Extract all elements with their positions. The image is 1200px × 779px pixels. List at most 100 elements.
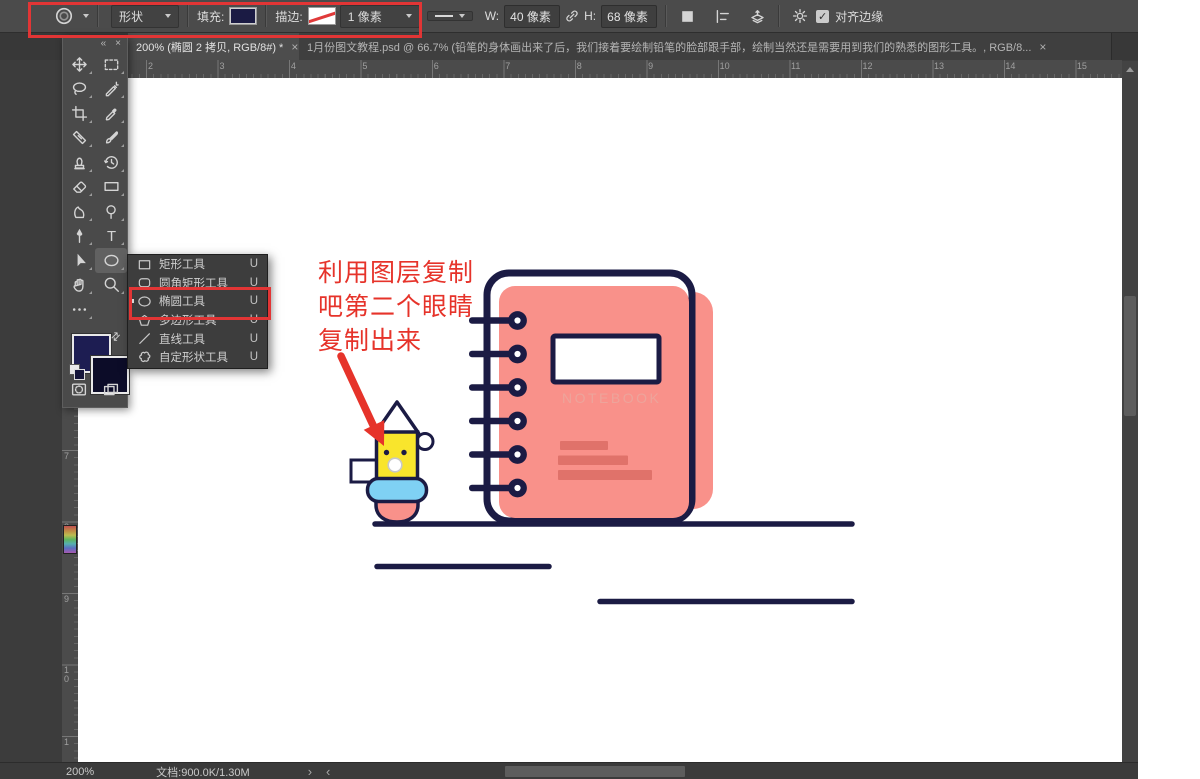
rect-icon — [137, 257, 152, 272]
flyout-item-label: 直线工具 — [159, 331, 250, 347]
tool-pen[interactable] — [63, 224, 95, 249]
vertical-scrollbar[interactable] — [1122, 78, 1138, 762]
align-edges-checkbox[interactable]: ✓ — [816, 10, 829, 23]
pencil-character — [351, 402, 433, 522]
quick-mask-icon — [69, 381, 89, 398]
tool-type[interactable]: T — [95, 224, 127, 249]
ruler-horizontal: 23456789101112131415 — [62, 60, 1122, 79]
tab-document-inactive[interactable]: 1月份图文教程.psd @ 66.7% (铅笔的身体画出来了后，我们接着要绘制铅… — [299, 33, 1112, 60]
tool-preset-picker[interactable] — [50, 6, 89, 26]
flyout-item-shortcut: U — [250, 258, 267, 270]
pencil-band — [368, 479, 427, 502]
stroke-color-swatch[interactable] — [308, 7, 336, 25]
stroke-width-select[interactable]: 1 像素 — [340, 5, 420, 28]
close-icon[interactable]: × — [1039, 40, 1046, 54]
flyout-item-ellipse[interactable]: 椭圆工具U — [128, 292, 267, 311]
tool-more[interactable] — [63, 297, 95, 322]
pencil-right-arm — [417, 434, 433, 450]
width-input[interactable]: 40 像素 — [504, 5, 560, 28]
lasso-icon — [71, 80, 88, 97]
notebook-title-box — [553, 336, 659, 382]
more-icon — [71, 301, 88, 318]
tool-path-select[interactable] — [63, 248, 95, 273]
tool-history-brush[interactable] — [95, 150, 127, 175]
ruler-number: 14 — [1005, 61, 1015, 71]
link-dimensions-icon[interactable] — [564, 8, 580, 24]
fill-color-swatch[interactable] — [229, 7, 257, 25]
pencil-eye-right — [401, 450, 406, 455]
ruler-number: 3 — [219, 61, 224, 71]
arrange-icon — [749, 8, 766, 25]
tab-document-active[interactable]: 200% (椭圆 2 拷贝, RGB/8#) * × — [128, 33, 315, 60]
zoom-level-field[interactable]: 200% — [66, 766, 94, 778]
flyout-item-shortcut: U — [250, 277, 267, 289]
tool-quick-select[interactable] — [95, 77, 127, 102]
ruler-number: 9 — [648, 61, 653, 71]
ellipse-preset-icon — [54, 6, 74, 26]
flyout-item-polygon[interactable]: 多边形工具U — [128, 311, 267, 330]
flyout-item-rounded-rect[interactable]: 圆角矩形工具U — [128, 274, 267, 293]
eraser-icon — [71, 178, 88, 195]
tool-stamp[interactable] — [63, 150, 95, 175]
horizontal-scrollbar-thumb[interactable] — [505, 766, 685, 777]
tool-hand[interactable] — [63, 273, 95, 298]
notebook-label: NOTEBOOK — [562, 390, 682, 406]
tool-gradient[interactable] — [95, 175, 127, 200]
status-prev-arrow[interactable]: ‹ — [326, 766, 330, 777]
line-icon — [137, 331, 152, 346]
tool-healing[interactable] — [63, 126, 95, 151]
pencil-eye-left — [384, 450, 389, 455]
canvas[interactable]: 利用图层复制吧第二个眼睛复制出来 NOTEBOOK — [78, 78, 1122, 762]
status-bar: 200% 文档:900.0K/1.30M › ‹ — [0, 762, 1138, 779]
tab-title: 1月份图文教程.psd @ 66.7% (铅笔的身体画出来了后，我们接着要绘制铅… — [307, 39, 1031, 55]
status-next-arrow[interactable]: › — [308, 766, 312, 777]
tool-lasso[interactable] — [63, 77, 95, 102]
stroke-style-select[interactable] — [427, 11, 473, 21]
smudge-icon — [71, 203, 88, 220]
path-arrangement-icon[interactable] — [749, 8, 766, 25]
quick-mask-button[interactable] — [69, 381, 89, 403]
vertical-scrollbar-thumb[interactable] — [1124, 296, 1136, 416]
rounded-rect-icon — [137, 275, 152, 290]
tool-smudge[interactable] — [63, 199, 95, 224]
document-tab-bar: 200% (椭圆 2 拷贝, RGB/8#) * × 1月份图文教程.psd @… — [0, 33, 1138, 60]
toolbar-bottom-icons — [63, 381, 127, 403]
height-input[interactable]: 68 像素 — [601, 5, 657, 28]
tool-brush[interactable] — [95, 126, 127, 151]
flyout-item-custom-shape[interactable]: 自定形状工具U — [128, 348, 267, 367]
tool-ellipse[interactable] — [95, 248, 127, 273]
path-operations-icon[interactable] — [679, 8, 696, 25]
ruler-vertical: 789101 — [62, 406, 79, 762]
close-icon[interactable]: × — [115, 39, 121, 49]
tool-eyedropper[interactable] — [95, 101, 127, 126]
screen-mode-button[interactable] — [101, 381, 121, 403]
tool-zoom[interactable] — [95, 273, 127, 298]
notebook-pencil-illustration — [78, 78, 1122, 762]
healing-icon — [71, 129, 88, 146]
stamp-icon — [71, 154, 88, 171]
default-colors-icon[interactable] — [74, 369, 85, 380]
photoshop-window: 形状 填充: 描边: 1 像素 W: 40 像素 H: 68 像素 ✓ 对齐边缘 — [0, 0, 1138, 779]
path-alignment-icon[interactable] — [714, 8, 731, 25]
flyout-item-rect[interactable]: 矩形工具U — [128, 255, 267, 274]
hand-icon — [71, 276, 88, 293]
flyout-item-line[interactable]: 直线工具U — [128, 329, 267, 348]
ruler-number: 9 — [64, 595, 73, 604]
gear-icon[interactable] — [792, 8, 808, 24]
tool-crop[interactable] — [63, 101, 95, 126]
ruler-number: 7 — [64, 452, 73, 461]
height-label: H: — [584, 9, 596, 23]
ellipse-preset-icon — [54, 6, 74, 26]
tool-marquee[interactable] — [95, 52, 127, 77]
collapse-panel-icon[interactable]: « — [101, 39, 107, 49]
history-brush-icon — [103, 154, 120, 171]
tool-eraser[interactable] — [63, 175, 95, 200]
close-icon[interactable]: × — [291, 40, 298, 54]
tool-move[interactable] — [63, 52, 95, 77]
tools-panel: « × T ⇄ — [62, 36, 128, 408]
screenshot-root: 形状 填充: 描边: 1 像素 W: 40 像素 H: 68 像素 ✓ 对齐边缘 — [0, 0, 1200, 779]
tool-mode-select[interactable]: 形状 — [111, 5, 179, 28]
annotation-text: 利用图层复制吧第二个眼睛复制出来 — [318, 256, 474, 358]
tool-dodge[interactable] — [95, 199, 127, 224]
scrollbar-up-arrow[interactable] — [1122, 61, 1138, 78]
